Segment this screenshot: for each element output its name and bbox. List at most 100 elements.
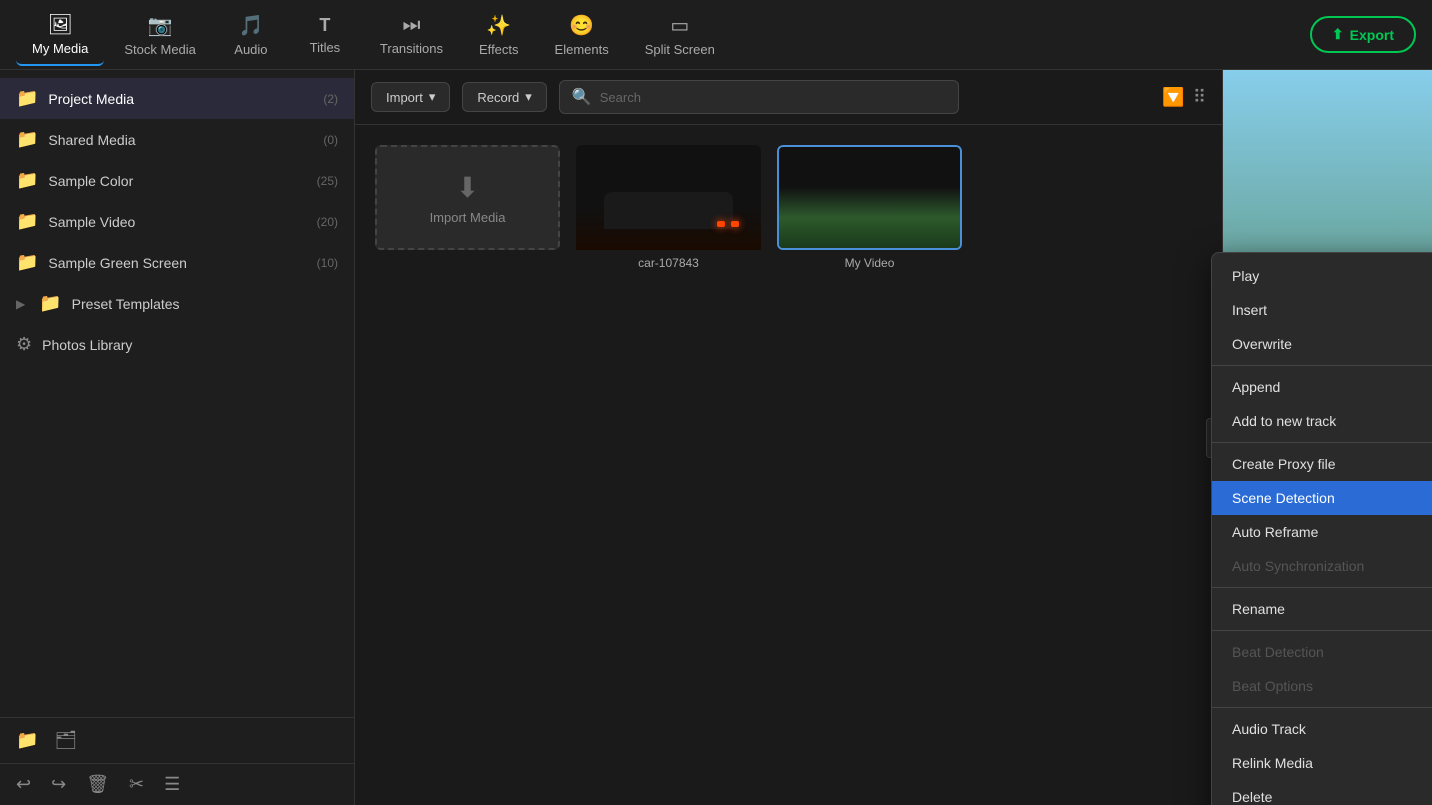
- nav-label-elements: Elements: [555, 42, 609, 57]
- grid-view-icon[interactable]: ⠿: [1193, 87, 1206, 108]
- search-input[interactable]: [600, 90, 946, 105]
- ctx-item-add-to-new-track[interactable]: Add to new track: [1212, 404, 1432, 438]
- sidebar-items: 📁 Project Media (2) 📁 Shared Media (0) 📁…: [0, 70, 354, 717]
- media-item-car[interactable]: car-107843: [576, 145, 761, 272]
- my-media-icon: 🖼: [47, 12, 72, 37]
- nav-label-titles: Titles: [310, 40, 341, 55]
- ctx-label-auto-synchronization: Auto Synchronization: [1232, 558, 1364, 574]
- sidebar-label-photos-library: Photos Library: [42, 337, 132, 353]
- headlight-right: [731, 221, 739, 227]
- elements-icon: 😊: [569, 13, 594, 38]
- ctx-divider-2: [1212, 442, 1432, 443]
- ctx-label-relink-media: Relink Media: [1232, 755, 1313, 771]
- nav-item-titles[interactable]: T Titles: [290, 7, 360, 63]
- nav-item-split-screen[interactable]: ▭ Split Screen: [629, 5, 731, 65]
- ctx-label-auto-reframe: Auto Reframe: [1232, 524, 1318, 540]
- import-media-label-thumb: Import Media: [430, 210, 506, 225]
- ctx-divider-3: [1212, 587, 1432, 588]
- nav-item-stock-media[interactable]: 📷 Stock Media: [108, 5, 212, 65]
- ctx-item-beat-options: Beat Options: [1212, 669, 1432, 703]
- delete-icon[interactable]: 🗑: [86, 774, 109, 795]
- redo-icon[interactable]: ↪: [51, 774, 66, 795]
- nav-label-split-screen: Split Screen: [645, 42, 715, 57]
- sidebar-count-sample-color: (25): [317, 174, 338, 188]
- export-icon: ⬆: [1332, 26, 1344, 43]
- sidebar-item-sample-green-screen[interactable]: 📁 Sample Green Screen (10): [0, 242, 354, 283]
- cut-icon[interactable]: ✂: [129, 774, 144, 795]
- ctx-divider-5: [1212, 707, 1432, 708]
- nav-label-transitions: Transitions: [380, 41, 443, 56]
- sidebar-item-sample-color[interactable]: 📁 Sample Color (25): [0, 160, 354, 201]
- sidebar-item-photos-library[interactable]: ⚙ Photos Library: [0, 324, 354, 365]
- sidebar: 📁 Project Media (2) 📁 Shared Media (0) 📁…: [0, 70, 355, 805]
- import-media-item[interactable]: ⬇ Import Media: [375, 145, 560, 272]
- sidebar-count-shared-media: (0): [323, 133, 338, 147]
- media-item-my-video[interactable]: My Video: [777, 145, 962, 272]
- ctx-item-play[interactable]: Play: [1212, 259, 1432, 293]
- record-button[interactable]: Record ▾: [462, 82, 546, 112]
- split-screen-icon: ▭: [670, 13, 689, 38]
- ctx-item-delete[interactable]: Delete: [1212, 780, 1432, 805]
- new-folder-icon[interactable]: 📁: [16, 730, 38, 751]
- ctx-label-beat-detection: Beat Detection: [1232, 644, 1324, 660]
- ctx-item-rename[interactable]: Rename: [1212, 592, 1432, 626]
- sidebar-label-shared-media: Shared Media: [48, 132, 135, 148]
- ctx-item-create-proxy-file[interactable]: Create Proxy file: [1212, 447, 1432, 481]
- top-nav: 🖼 My Media 📷 Stock Media 🎵 Audio T Title…: [0, 0, 1432, 70]
- ctx-label-beat-options: Beat Options: [1232, 678, 1313, 694]
- ctx-item-audio-track[interactable]: Audio Track ▶: [1212, 712, 1432, 746]
- ctx-label-create-proxy-file: Create Proxy file: [1232, 456, 1335, 472]
- sidebar-label-preset-templates: Preset Templates: [72, 296, 180, 312]
- ctx-label-audio-track: Audio Track: [1232, 721, 1306, 737]
- import-button[interactable]: Import ▾: [371, 82, 450, 112]
- nav-label-effects: Effects: [479, 42, 519, 57]
- record-chevron-icon: ▾: [525, 89, 532, 105]
- ctx-item-auto-synchronization: Auto Synchronization: [1212, 549, 1432, 583]
- media-area: Import ▾ Record ▾ 🔍 🔽 ⠿ ⬇ Import: [355, 70, 1222, 805]
- titles-icon: T: [319, 15, 330, 36]
- nav-item-audio[interactable]: 🎵 Audio: [216, 5, 286, 65]
- ctx-item-auto-reframe[interactable]: Auto Reframe: [1212, 515, 1432, 549]
- sidebar-toolbar-bottom: ↩ ↪ 🗑 ✂ ☰: [0, 763, 354, 805]
- main-content: 📁 Project Media (2) 📁 Shared Media (0) 📁…: [0, 70, 1432, 805]
- nav-label-stock-media: Stock Media: [124, 42, 196, 57]
- nav-item-elements[interactable]: 😊 Elements: [539, 5, 625, 65]
- export-label: Export: [1350, 27, 1394, 43]
- expand-arrow-preset-templates: ▶: [16, 297, 25, 311]
- search-icon: 🔍: [572, 87, 592, 107]
- ctx-item-scene-detection[interactable]: Scene Detection: [1212, 481, 1432, 515]
- sidebar-item-shared-media[interactable]: 📁 Shared Media (0): [0, 119, 354, 160]
- ctx-label-rename: Rename: [1232, 601, 1285, 617]
- stock-media-icon: 📷: [148, 13, 173, 38]
- sidebar-item-project-media[interactable]: 📁 Project Media (2): [0, 78, 354, 119]
- sidebar-count-project-media: (2): [323, 92, 338, 106]
- export-button[interactable]: ⬆ Export: [1310, 16, 1416, 53]
- filter-icon[interactable]: 🔽: [1162, 87, 1184, 108]
- nav-item-transitions[interactable]: ⏭ Transitions: [364, 6, 459, 64]
- import-media-icon: ⬇: [456, 171, 479, 204]
- ctx-item-overwrite[interactable]: Overwrite: [1212, 327, 1432, 361]
- nature-trees: [779, 187, 960, 248]
- media-thumb-car: [576, 145, 761, 250]
- adjust-icon[interactable]: ☰: [164, 774, 180, 795]
- sidebar-item-preset-templates[interactable]: ▶ 📁 Preset Templates: [0, 283, 354, 324]
- media-grid: ⬇ Import Media car-107843: [355, 125, 1222, 292]
- gear-icon-photos-library: ⚙: [16, 334, 32, 355]
- toolbar-actions: 🔽 ⠿: [1162, 87, 1206, 108]
- sidebar-count-sample-video: (20): [317, 215, 338, 229]
- search-box[interactable]: 🔍: [559, 80, 959, 114]
- undo-icon[interactable]: ↩: [16, 774, 31, 795]
- folder-icon-sample-green-screen: 📁: [16, 252, 38, 273]
- nav-item-effects[interactable]: ✨ Effects: [463, 5, 535, 65]
- sidebar-item-sample-video[interactable]: 📁 Sample Video (20): [0, 201, 354, 242]
- nav-item-my-media[interactable]: 🖼 My Media: [16, 4, 104, 66]
- ctx-item-append[interactable]: Append: [1212, 370, 1432, 404]
- sidebar-label-sample-color: Sample Color: [48, 173, 133, 189]
- effects-icon: ✨: [486, 13, 511, 38]
- record-label: Record: [477, 90, 519, 105]
- ctx-item-insert[interactable]: Insert: [1212, 293, 1432, 327]
- ctx-item-beat-detection: Beat Detection: [1212, 635, 1432, 669]
- open-folder-icon[interactable]: 🗂: [54, 730, 77, 751]
- ctx-item-relink-media[interactable]: Relink Media: [1212, 746, 1432, 780]
- car-shape: [604, 192, 734, 229]
